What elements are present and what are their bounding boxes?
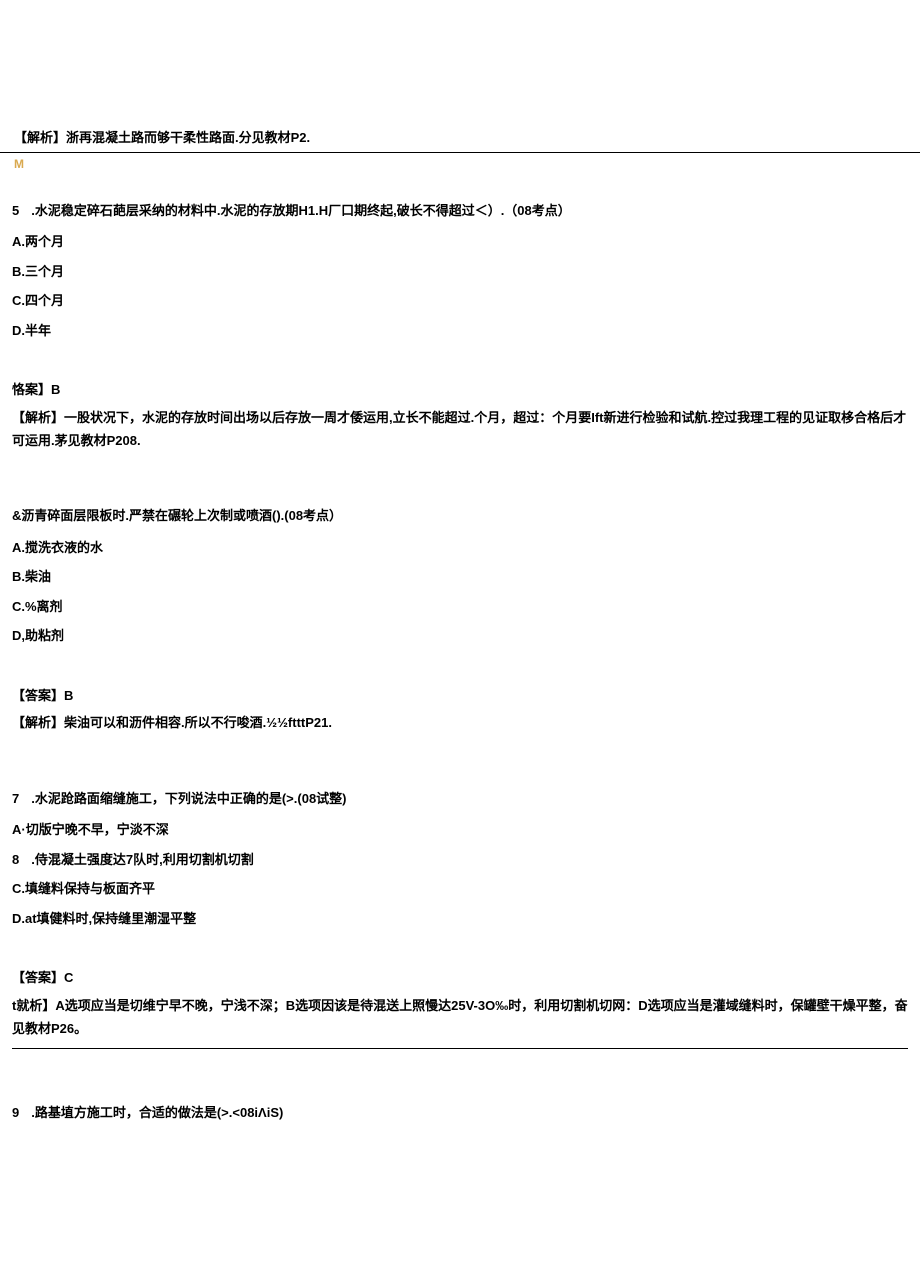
q7-option-b: 8 .侍混凝土强度达7队时,利用切割机切割 xyxy=(12,850,908,870)
q6-analysis: 【解析】柴油可以和沥件相容.所以不行唆酒.½½ftttP21. xyxy=(12,711,908,734)
q7-option-d: D.at填健料时,保持缝里潮湿平整 xyxy=(12,909,908,929)
question-9-body: .路基埴方施工时，合适的做法是(>.<08iΛiS) xyxy=(31,1105,283,1120)
question-5: 5 .水泥稳定碎石葩层采纳的材料中.水泥的存放期H1.H厂口期终起,破长不得超过＜… xyxy=(12,201,908,453)
question-7-num: 7 xyxy=(12,789,19,809)
q5-option-c: C.四个月 xyxy=(12,291,908,311)
question-6-text: &沥青碎面层限板时.严禁在碾轮上次制或喷酒().(08考点） xyxy=(12,506,908,526)
q7-option-b-num: 8 xyxy=(12,850,19,870)
q6-option-b: B.柴油 xyxy=(12,567,908,587)
q6-option-d: D,助粘剂 xyxy=(12,626,908,646)
q5-answer: 恪案】B xyxy=(12,380,908,400)
q7-analysis: t就析】A选项应当是切维宁早不晚，宁浅不深；B选项因该是待混送上照慢达25V-3… xyxy=(12,994,908,1041)
q6-option-a: A.搅洗衣液的水 xyxy=(12,538,908,558)
question-9-text: 9 .路基埴方施工时，合适的做法是(>.<08iΛiS) xyxy=(12,1103,908,1123)
q7-option-c: C.填缝料保持与板面齐平 xyxy=(12,879,908,899)
question-5-num: 5 xyxy=(12,201,19,221)
question-5-body: .水泥稳定碎石葩层采纳的材料中.水泥的存放期H1.H厂口期终起,破长不得超过＜）… xyxy=(31,203,571,218)
q5-option-b: B.三个月 xyxy=(12,262,908,282)
q5-option-a: A.两个月 xyxy=(12,232,908,252)
q6-option-c: C.%离剂 xyxy=(12,597,908,617)
question-7: 7 .水泥跄路面缩缝施工，下列说法中正确的是(>.(08试整) A·切版宁晚不早，… xyxy=(12,789,908,1050)
q7-answer: 【答案】C xyxy=(12,968,908,988)
m-label: M xyxy=(0,153,920,173)
question-7-text: 7 .水泥跄路面缩缝施工，下列说法中正确的是(>.(08试整) xyxy=(12,789,908,809)
q7-option-b-body: .侍混凝土强度达7队时,利用切割机切割 xyxy=(31,852,253,867)
question-5-text: 5 .水泥稳定碎石葩层采纳的材料中.水泥的存放期H1.H厂口期终起,破长不得超过＜… xyxy=(12,201,908,221)
q7-option-a: A·切版宁晚不早，宁淡不深 xyxy=(12,820,908,840)
q5-analysis: 【解析】一股状况下，水泥的存放时间出场以后存放一周才倭运用,立长不能超过.个月，… xyxy=(12,406,908,453)
q6-answer: 【答案】B xyxy=(12,686,908,706)
question-7-body: .水泥跄路面缩缝施工，下列说法中正确的是(>.(08试整) xyxy=(31,791,346,806)
question-9: 9 .路基埴方施工时，合适的做法是(>.<08iΛiS) xyxy=(12,1103,908,1123)
question-6: &沥青碎面层限板时.严禁在碾轮上次制或喷酒().(08考点） A.搅洗衣液的水 … xyxy=(12,506,908,734)
question-9-num: 9 xyxy=(12,1103,19,1123)
q5-option-d: D.半年 xyxy=(12,321,908,341)
analysis-top: 【解析】浙再混凝土路而够干柔性路面.分见教材P2. xyxy=(0,0,920,153)
